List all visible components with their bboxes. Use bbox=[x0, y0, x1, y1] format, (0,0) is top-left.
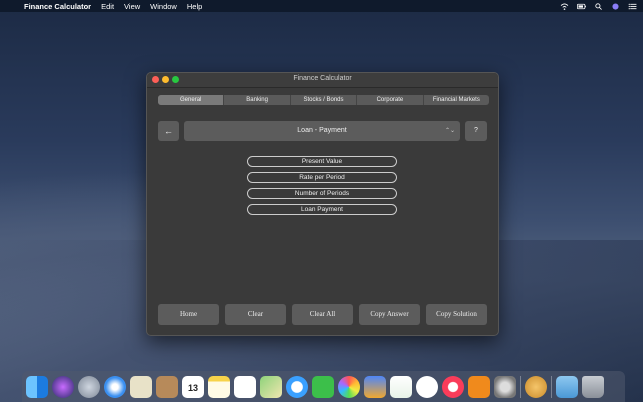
window-title: Finance Calculator bbox=[293, 75, 352, 82]
notes-icon[interactable] bbox=[208, 375, 230, 398]
calendar-icon[interactable]: 13 bbox=[182, 375, 204, 398]
menu-window[interactable]: Window bbox=[150, 2, 177, 11]
news-icon[interactable] bbox=[416, 375, 438, 398]
photo-preview-icon[interactable] bbox=[130, 375, 152, 398]
battery-icon[interactable] bbox=[577, 3, 586, 10]
finance-calculator-window: Finance Calculator General Banking Stock… bbox=[146, 72, 499, 336]
calculation-select-value: Loan - Payment bbox=[297, 127, 347, 134]
menu-edit[interactable]: Edit bbox=[101, 2, 114, 11]
tab-banking[interactable]: Banking bbox=[224, 95, 291, 105]
clear-button[interactable]: Clear bbox=[225, 304, 286, 325]
app-menu[interactable]: Finance Calculator bbox=[24, 2, 91, 11]
notification-center-icon[interactable] bbox=[628, 3, 637, 10]
music-icon[interactable] bbox=[442, 375, 464, 398]
numbers-icon[interactable] bbox=[390, 375, 412, 398]
dock-separator bbox=[520, 375, 521, 398]
category-tabs: General Banking Stocks / Bonds Corporate… bbox=[158, 95, 489, 105]
rate-per-period-field[interactable]: Rate per Period bbox=[247, 172, 397, 183]
clear-all-button[interactable]: Clear All bbox=[292, 304, 353, 325]
reminders-icon[interactable] bbox=[234, 375, 256, 398]
number-of-periods-field[interactable]: Number of Periods bbox=[247, 188, 397, 199]
loan-payment-field[interactable]: Loan Payment bbox=[247, 204, 397, 215]
messages-icon[interactable] bbox=[286, 375, 308, 398]
menu-bar: Finance Calculator Edit View Window Help bbox=[0, 0, 643, 12]
arrow-left-icon: ← bbox=[164, 126, 173, 136]
downloads-folder-icon[interactable] bbox=[556, 375, 578, 398]
tab-corporate[interactable]: Corporate bbox=[357, 95, 424, 105]
safari-icon[interactable] bbox=[104, 375, 126, 398]
maps-icon[interactable] bbox=[260, 375, 282, 398]
finder-icon[interactable] bbox=[26, 375, 48, 398]
launchpad-icon[interactable] bbox=[78, 375, 100, 398]
tab-stocks-bonds[interactable]: Stocks / Bonds bbox=[291, 95, 358, 105]
spotlight-search-icon[interactable] bbox=[594, 2, 603, 10]
title-bar: Finance Calculator bbox=[147, 73, 498, 88]
system-preferences-icon[interactable] bbox=[494, 375, 516, 398]
dock-separator-2 bbox=[551, 375, 552, 398]
wifi-icon[interactable] bbox=[560, 2, 569, 10]
tab-general[interactable]: General bbox=[158, 95, 225, 105]
help-button[interactable]: ? bbox=[465, 121, 487, 141]
updown-chevron-icon: ⌃⌄ bbox=[444, 128, 455, 134]
contacts-icon[interactable] bbox=[156, 375, 178, 398]
back-button[interactable]: ← bbox=[158, 121, 179, 141]
home-button[interactable]: Home bbox=[158, 304, 219, 325]
keynote-icon[interactable] bbox=[364, 375, 386, 398]
facetime-icon[interactable] bbox=[312, 375, 334, 398]
siri-icon[interactable] bbox=[52, 375, 74, 398]
trash-icon[interactable] bbox=[582, 375, 604, 398]
tab-financial-markets[interactable]: Financial Markets bbox=[424, 95, 489, 105]
copy-answer-button[interactable]: Copy Answer bbox=[359, 304, 420, 325]
present-value-field[interactable]: Present Value bbox=[247, 156, 397, 167]
finance-calculator-icon[interactable] bbox=[525, 375, 547, 398]
books-icon[interactable] bbox=[468, 375, 490, 398]
status-area bbox=[560, 0, 637, 12]
photos-icon[interactable] bbox=[338, 375, 360, 398]
calculation-select[interactable]: Loan - Payment ⌃⌄ bbox=[184, 121, 460, 141]
siri-menubar-icon[interactable] bbox=[611, 2, 620, 10]
dock: 13 bbox=[22, 371, 625, 402]
copy-solution-button[interactable]: Copy Solution bbox=[426, 304, 487, 325]
calendar-day-label: 13 bbox=[187, 382, 198, 393]
menu-view[interactable]: View bbox=[124, 2, 140, 11]
menu-help[interactable]: Help bbox=[187, 2, 202, 11]
